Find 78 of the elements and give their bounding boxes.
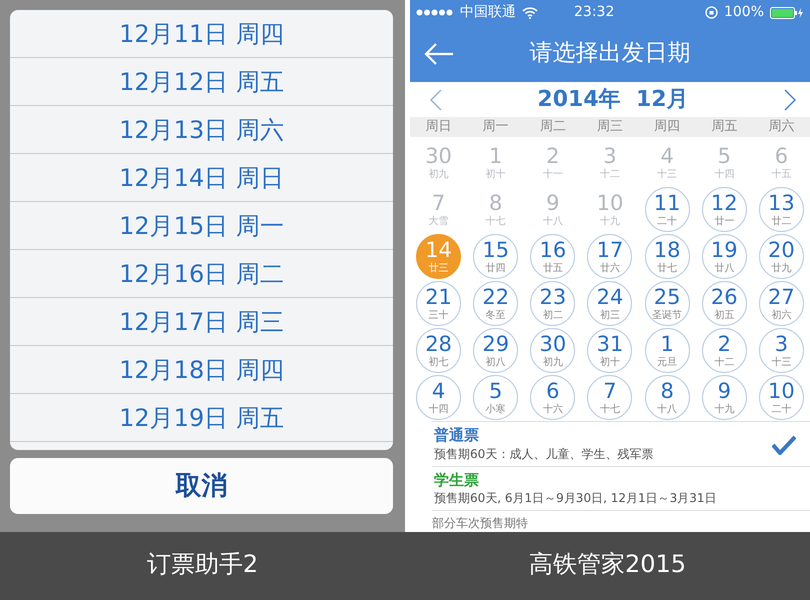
- date-option[interactable]: 12月15日 周一: [119, 208, 284, 244]
- battery-percent: 100%: [724, 3, 764, 22]
- calendar-day: 10 十九: [587, 187, 632, 232]
- calendar-day: 2 十一: [530, 140, 576, 186]
- calendar-day[interactable]: 9 十九: [702, 375, 747, 420]
- calendar-day[interactable]: 15 廿四: [473, 234, 518, 280]
- month-title: 2014年 12月: [537, 86, 689, 114]
- previous-month-icon[interactable]: [430, 88, 442, 111]
- next-month-icon[interactable]: [784, 88, 796, 111]
- rotation-lock-icon: [704, 6, 718, 19]
- calendar-day: 9 十八: [530, 187, 576, 232]
- calendar-day[interactable]: 28 初七: [416, 328, 462, 374]
- ticket-option[interactable]: 学生票 预售期60天, 6月1日～9月30日, 12月1日～3月31日: [432, 466, 810, 510]
- date-option[interactable]: 12月11日 周四: [119, 16, 284, 52]
- calendar-day[interactable]: 13 廿二: [758, 187, 804, 232]
- calendar-day: 7 大雪: [416, 187, 462, 232]
- date-option[interactable]: 12月12日 周五: [119, 64, 284, 100]
- weekday-label: 周二: [538, 118, 567, 136]
- calendar-day[interactable]: 12 廿一: [702, 187, 747, 232]
- weekday-label: 周六: [767, 118, 796, 136]
- back-arrow-icon[interactable]: [424, 42, 454, 64]
- ticket-description: 预售期60天：成人、儿童、学生、残军票: [434, 446, 654, 463]
- date-option[interactable]: 12月13日 周六: [119, 112, 284, 148]
- weekday-label: 周五: [710, 118, 738, 136]
- carrier-name: 中国联通: [460, 3, 516, 22]
- calendar-day: 4 十三: [644, 140, 690, 186]
- calendar-day[interactable]: 2 十二: [702, 328, 747, 374]
- calendar-day[interactable]: 22 冬至: [473, 281, 518, 326]
- signal-strength-icon: [416, 9, 454, 16]
- calendar-day[interactable]: 16 廿五: [530, 234, 576, 280]
- calendar-day[interactable]: 8 十八: [644, 375, 690, 420]
- calendar-day[interactable]: 24 初三: [587, 281, 632, 326]
- calendar-day[interactable]: 11 二十: [644, 187, 690, 232]
- date-option[interactable]: 12月19日 周五: [119, 400, 284, 436]
- calendar-day[interactable]: 27 初六: [758, 281, 804, 326]
- caption: 订票助手2: [146, 549, 260, 580]
- calendar-day: 5 十四: [702, 140, 747, 186]
- calendar-day[interactable]: 29 初八: [473, 328, 518, 374]
- calendar-day: 1 初十: [473, 140, 518, 186]
- calendar-day[interactable]: 1 元旦: [644, 328, 690, 374]
- calendar-day[interactable]: 4 十四: [416, 375, 462, 420]
- ticket-description: 预售期60天, 6月1日～9月30日, 12月1日～3月31日: [434, 490, 718, 507]
- calendar-day[interactable]: 5 小寒: [473, 375, 518, 420]
- clock-time: 23:32: [574, 3, 614, 22]
- ticket-option[interactable]: 普通票 预售期60天：成人、儿童、学生、残军票: [432, 421, 810, 466]
- calendar-day[interactable]: 3 十三: [758, 328, 804, 374]
- weekday-label: 周四: [653, 118, 682, 136]
- cancel-button[interactable]: 取消: [10, 458, 393, 514]
- calendar-day[interactable]: 19 廿八: [702, 234, 747, 280]
- calendar-day[interactable]: 31 初十: [587, 328, 632, 374]
- wifi-icon: [522, 6, 538, 18]
- calendar-day[interactable]: 21 三十: [416, 281, 462, 326]
- date-option[interactable]: 12月14日 周日: [119, 160, 284, 196]
- calendar-day: 6 十五: [758, 140, 804, 186]
- calendar-day: 30 初九: [416, 140, 462, 186]
- date-option[interactable]: 12月16日 周二: [119, 256, 284, 292]
- calendar-day[interactable]: 23 初二: [530, 281, 576, 326]
- date-option[interactable]: 12月17日 周三: [119, 304, 284, 340]
- ticket-name: 普通票: [434, 426, 480, 446]
- calendar-day[interactable]: 20 廿九: [758, 234, 804, 280]
- ticket-name: 学生票: [434, 470, 480, 490]
- calendar-day[interactable]: 26 初五: [702, 281, 747, 326]
- calendar-day: 3 十二: [587, 140, 632, 186]
- calendar-day[interactable]: 17 廿六: [587, 234, 632, 280]
- caption: 高铁管家2015: [528, 549, 688, 580]
- weekday-label: 周日: [424, 118, 453, 136]
- calendar-day[interactable]: 7 十七: [587, 375, 632, 420]
- calendar-day[interactable]: 18 廿七: [644, 234, 690, 280]
- calendar-day[interactable]: 6 十六: [530, 375, 576, 420]
- calendar-day[interactable]: 10 二十: [758, 375, 804, 420]
- date-option[interactable]: 12月18日 周四: [119, 352, 284, 388]
- calendar-day[interactable]: 30 初九: [530, 328, 576, 374]
- battery-icon: [770, 6, 804, 18]
- screen-title: 请选择出发日期: [528, 39, 692, 68]
- calendar-day[interactable]: 25 圣诞节: [644, 281, 690, 326]
- weekday-label: 周三: [596, 118, 624, 136]
- weekday-label: 周一: [482, 118, 510, 136]
- calendar-day: 8 十七: [473, 187, 518, 232]
